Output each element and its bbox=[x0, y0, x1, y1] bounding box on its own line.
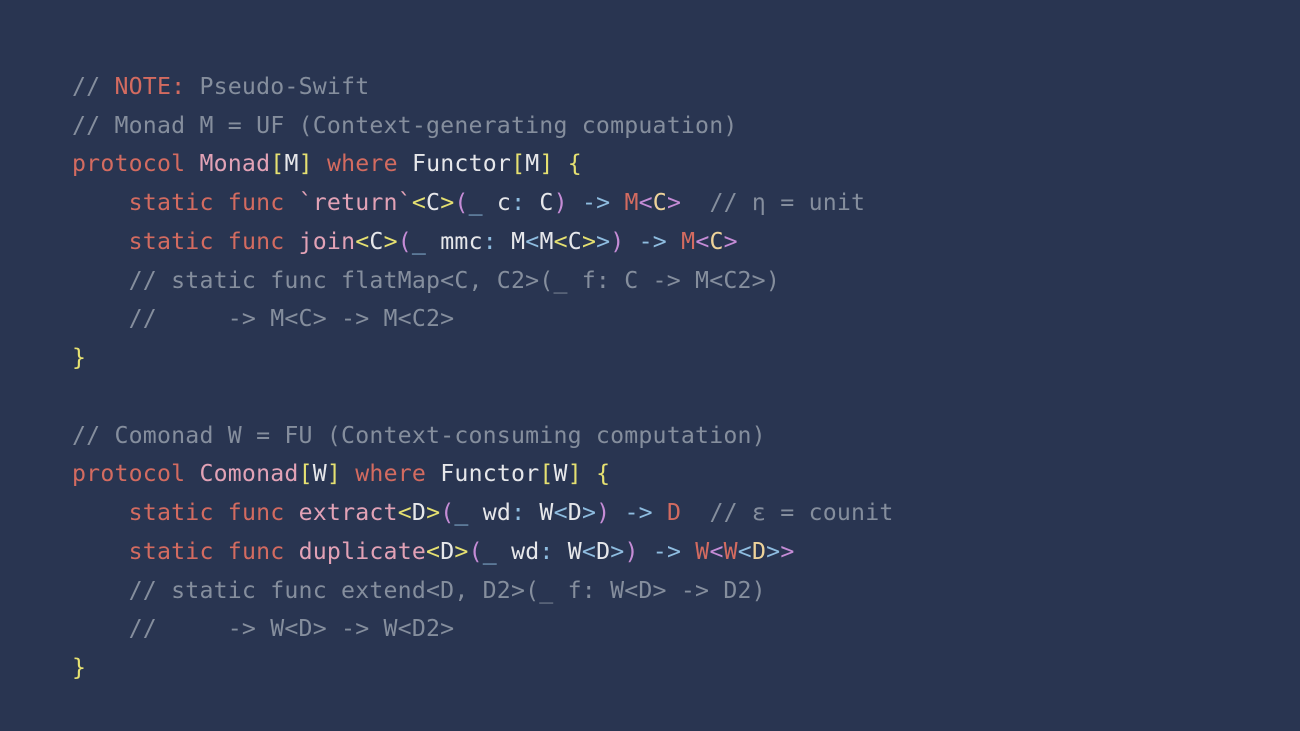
code-line: // Monad M = UF (Context-generating comp… bbox=[72, 112, 738, 139]
code-line: protocol Comonad[W] where Functor[W] { bbox=[72, 460, 610, 487]
code-block: // NOTE: Pseudo-Swift // Monad M = UF (C… bbox=[0, 0, 1300, 688]
code-line: } bbox=[72, 344, 86, 371]
code-line: // -> W<D> -> W<D2> bbox=[72, 615, 454, 642]
code-line: // static func extend<D, D2>(_ f: W<D> -… bbox=[72, 577, 766, 604]
code-line: static func join<C>(_ mmc: M<M<C>>) -> M… bbox=[72, 228, 738, 255]
code-line: } bbox=[72, 654, 86, 681]
code-line: // NOTE: Pseudo-Swift bbox=[72, 73, 369, 100]
code-line: static func extract<D>(_ wd: W<D>) -> D … bbox=[72, 499, 894, 526]
code-line: // -> M<C> -> M<C2> bbox=[72, 305, 454, 332]
code-blank-line bbox=[72, 383, 86, 410]
code-line: static func duplicate<D>(_ wd: W<D>) -> … bbox=[72, 538, 794, 565]
code-line: // Comonad W = FU (Context-consuming com… bbox=[72, 422, 766, 449]
code-line: protocol Monad[M] where Functor[M] { bbox=[72, 150, 582, 177]
code-line: static func `return`<C>(_ c: C) -> M<C> … bbox=[72, 189, 865, 216]
code-line: // static func flatMap<C, C2>(_ f: C -> … bbox=[72, 267, 780, 294]
